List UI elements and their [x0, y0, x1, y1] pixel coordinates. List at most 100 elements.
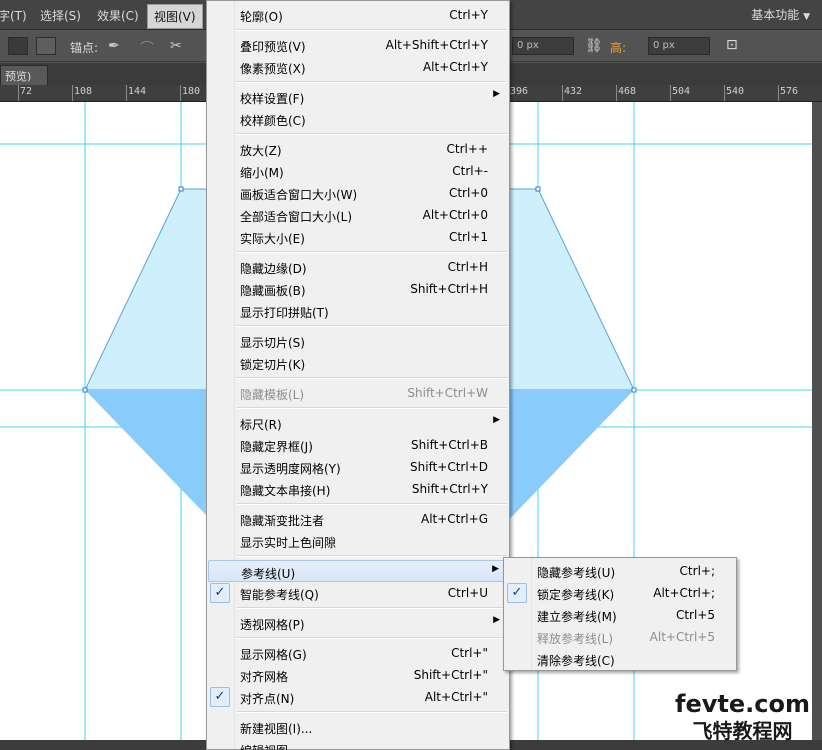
menu-item-label: 轮廓(O)	[240, 10, 283, 24]
checkmark-icon: ✓	[210, 583, 230, 603]
menu-item[interactable]: 显示实时上色间隙	[208, 530, 508, 552]
checkmark-icon: ✓	[210, 687, 230, 707]
menu-item[interactable]: 编辑视图...	[208, 738, 508, 750]
menu-item-shortcut: Alt+Ctrl+G	[420, 512, 488, 526]
menu-type[interactable]: 字(T)	[0, 7, 27, 24]
menu-item-label: 清除参考线(C)	[537, 654, 615, 668]
submenu-arrow-icon: ▶	[492, 564, 499, 574]
menu-separator	[237, 555, 507, 557]
menu-item-u[interactable]: 隐藏参考线(U) Ctrl+;	[505, 560, 735, 582]
menu-item-shortcut: Ctrl++	[446, 142, 488, 156]
anchor-point[interactable]	[631, 387, 637, 393]
menu-separator	[237, 711, 507, 713]
menu-effect[interactable]: 效果(C)	[97, 7, 139, 24]
menu-item-e[interactable]: 实际大小(E) Ctrl+1	[208, 226, 508, 248]
menu-item-t[interactable]: 显示打印拼贴(T)	[208, 300, 508, 322]
menu-item-l[interactable]: 全部适合窗口大小(L) Alt+Ctrl+0	[208, 204, 508, 226]
menu-item-v[interactable]: 叠印预览(V) Alt+Shift+Ctrl+Y	[208, 34, 508, 56]
menu-separator	[237, 251, 507, 253]
menu-item-shortcut: Shift+Ctrl+B	[411, 438, 488, 452]
menu-item-label: 显示实时上色间隙	[240, 536, 337, 550]
menu-item[interactable]: 对齐网格 Shift+Ctrl+"	[208, 664, 508, 686]
menu-item-label: 校样颜色(C)	[240, 114, 306, 128]
menu-item-s[interactable]: 显示切片(S)	[208, 330, 508, 352]
menu-item-z[interactable]: 放大(Z) Ctrl++	[208, 138, 508, 160]
menu-item-c[interactable]: 清除参考线(C)	[505, 648, 735, 670]
checkmark-icon: ✓	[507, 583, 527, 603]
menu-item-label: 像素预览(X)	[240, 62, 306, 76]
menu-item-label: 锁定切片(K)	[240, 358, 306, 372]
menu-item-y[interactable]: 显示透明度网格(Y) Shift+Ctrl+D	[208, 456, 508, 478]
ruler-tick: 504	[672, 86, 691, 97]
menu-select[interactable]: 选择(S)	[40, 7, 81, 24]
menu-item-label: 隐藏渐变批注者	[240, 514, 325, 528]
ruler-tick: 180	[182, 86, 201, 97]
menu-item-k[interactable]: 锁定切片(K)	[208, 352, 508, 374]
document-tab[interactable]: 预览) ×	[0, 65, 48, 97]
width-field[interactable]: 0 px	[512, 37, 574, 55]
menu-item-shortcut: Shift+Ctrl+W	[407, 386, 488, 400]
menu-item-shortcut: Alt+Ctrl+0	[422, 208, 488, 222]
menu-item-label: 编辑视图...	[240, 742, 299, 750]
ruler-tick: 108	[74, 86, 93, 97]
anchor-point[interactable]	[178, 186, 184, 192]
corner-point-button[interactable]	[8, 37, 28, 55]
document-tab-title: 预览)	[5, 70, 32, 83]
menu-item-f[interactable]: 校样设置(F) ▶	[208, 86, 508, 108]
menu-item-w[interactable]: 画板适合窗口大小(W) Ctrl+0	[208, 182, 508, 204]
menu-item-q[interactable]: ✓ 智能参考线(Q) Ctrl+U	[208, 582, 508, 604]
menu-separator	[237, 325, 507, 327]
workspace-label: 基本功能	[751, 8, 800, 22]
cut-path-icon[interactable]: ✂	[170, 38, 182, 54]
menu-separator	[237, 607, 507, 609]
menu-item-p[interactable]: 透视网格(P) ▶	[208, 612, 508, 634]
anchor-point[interactable]	[82, 387, 88, 393]
menu-item-r[interactable]: 标尺(R) ▶	[208, 412, 508, 434]
convert-anchor-icon[interactable]: ⌒	[140, 38, 154, 58]
menu-item-n[interactable]: ✓ 对齐点(N) Alt+Ctrl+"	[208, 686, 508, 708]
menu-item[interactable]: 隐藏渐变批注者 Alt+Ctrl+G	[208, 508, 508, 530]
menu-item-shortcut: Shift+Ctrl+H	[410, 282, 488, 296]
menu-separator	[237, 503, 507, 505]
anchor-point[interactable]	[535, 186, 541, 192]
height-field[interactable]: 0 px	[648, 37, 710, 55]
workspace-switcher[interactable]: 基本功能 ▼	[751, 6, 810, 23]
menu-item-label: 参考线(U)	[241, 567, 296, 581]
menu-item-label: 透视网格(P)	[240, 618, 305, 632]
menu-separator	[237, 81, 507, 83]
menu-item-m[interactable]: 建立参考线(M) Ctrl+5	[505, 604, 735, 626]
menu-item-shortcut: Shift+Ctrl+Y	[411, 482, 488, 496]
menu-item-c[interactable]: 校样颜色(C)	[208, 108, 508, 130]
ruler-tick: 540	[726, 86, 745, 97]
menu-item-l: 隐藏模板(L) Shift+Ctrl+W	[208, 382, 508, 404]
menu-view[interactable]: 视图(V)	[147, 4, 203, 29]
menu-item-k[interactable]: ✓ 锁定参考线(K) Alt+Ctrl+;	[505, 582, 735, 604]
menu-item-i[interactable]: 新建视图(I)...	[208, 716, 508, 738]
menu-item-label: 叠印预览(V)	[240, 40, 306, 54]
menu-item-m[interactable]: 缩小(M) Ctrl+-	[208, 160, 508, 182]
menu-item-shortcut: Ctrl+U	[447, 586, 488, 600]
menu-item-g[interactable]: 显示网格(G) Ctrl+"	[208, 642, 508, 664]
menu-item-label: 缩小(M)	[240, 166, 284, 180]
link-icon[interactable]: ⛓	[585, 38, 603, 54]
submenu-arrow-icon: ▶	[493, 89, 500, 99]
height-label: 高:	[610, 41, 627, 55]
menu-item-label: 标尺(R)	[240, 418, 282, 432]
menu-item-b[interactable]: 隐藏画板(B) Shift+Ctrl+H	[208, 278, 508, 300]
watermark-site: fevte.com	[675, 690, 810, 718]
smooth-point-button[interactable]	[36, 37, 56, 55]
menu-item-x[interactable]: 像素预览(X) Alt+Ctrl+Y	[208, 56, 508, 78]
transform-icon[interactable]: ⊡	[726, 37, 738, 53]
menu-item-j[interactable]: 隐藏定界框(J) Shift+Ctrl+B	[208, 434, 508, 456]
menu-item-h[interactable]: 隐藏文本串接(H) Shift+Ctrl+Y	[208, 478, 508, 500]
menu-item-u[interactable]: 参考线(U) ▶	[208, 560, 508, 582]
menu-item-shortcut: Ctrl+5	[675, 608, 715, 622]
menu-item-label: 对齐点(N)	[240, 692, 295, 706]
menu-item-label: 隐藏画板(B)	[240, 284, 306, 298]
menu-separator	[237, 29, 507, 31]
menu-item-o[interactable]: 轮廓(O) Ctrl+Y	[208, 4, 508, 26]
menu-separator	[237, 377, 507, 379]
menu-item-d[interactable]: 隐藏边缘(D) Ctrl+H	[208, 256, 508, 278]
menu-item-label: 显示切片(S)	[240, 336, 305, 350]
pen-anchor-icon[interactable]: ✒	[108, 38, 120, 54]
